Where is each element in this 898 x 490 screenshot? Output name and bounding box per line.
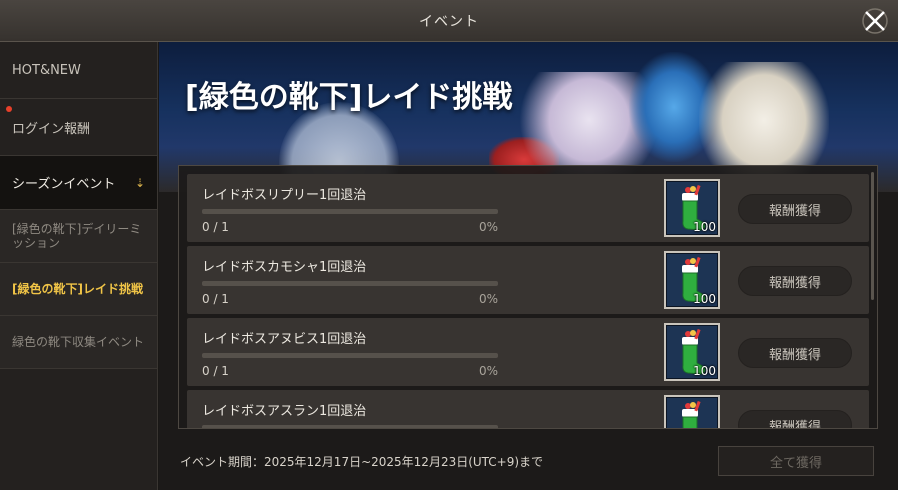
mission-row: レイドボスアヌビス1回退治 0 / 1 0% 100 報酬獲得 — [187, 318, 869, 386]
close-icon — [862, 8, 888, 34]
mission-row: レイドボスリプリー1回退治 0 / 1 0% 100 報酬獲得 — [187, 174, 869, 242]
mission-list[interactable]: レイドボスリプリー1回退治 0 / 1 0% 100 報酬獲得 レイドボスカモシ… — [178, 165, 878, 429]
reward-item-slot[interactable]: 100 — [664, 179, 720, 237]
reward-item-slot[interactable]: 100 — [664, 251, 720, 309]
main-content: [緑色の靴下]レイド挑戦 レイドボスリプリー1回退治 0 / 1 0% 100 … — [159, 42, 898, 490]
mission-row: レイドボスカモシャ1回退治 0 / 1 0% 100 報酬獲得 — [187, 246, 869, 314]
mission-progress-bar — [202, 353, 498, 358]
reward-item-slot[interactable]: 100 — [664, 323, 720, 381]
expand-arrow-icon: ⇣ — [134, 175, 145, 190]
submenu-item-label: [緑色の靴下]レイド挑戦 — [12, 282, 143, 296]
mission-title: レイドボスアスラン1回退治 — [202, 404, 367, 419]
mission-progress-count: 0 / 1 — [202, 220, 229, 234]
sidebar: HOT&NEW ログイン報酬 シーズンイベント ⇣ [緑色の靴下]デイリーミッシ… — [0, 42, 158, 490]
claim-reward-button[interactable]: 報酬獲得 — [738, 194, 852, 224]
sidebar-item-label: シーズンイベント — [12, 177, 116, 192]
event-period: イベント期間：2025年12月17日~2025年12月23日(UTC+9)まで — [180, 455, 544, 469]
close-button[interactable] — [860, 6, 890, 36]
reward-item-slot[interactable]: 100 — [664, 395, 720, 428]
sidebar-item-hot-new[interactable]: HOT&NEW — [0, 42, 157, 99]
banner-title: [緑色の靴下]レイド挑戦 — [185, 80, 513, 115]
green-stocking-icon — [682, 401, 701, 428]
submenu-item-label: [緑色の靴下]デイリーミッション — [12, 222, 142, 250]
mission-progress-bar — [202, 281, 498, 286]
sidebar-item-season-event[interactable]: シーズンイベント ⇣ — [0, 156, 157, 210]
claim-reward-button[interactable]: 報酬獲得 — [738, 338, 852, 368]
submenu-item-raid-challenge[interactable]: [緑色の靴下]レイド挑戦 — [0, 263, 157, 316]
mission-progress-count: 0 / 1 — [202, 364, 229, 378]
mission-progress-percent: 0% — [478, 292, 498, 306]
reward-quantity: 100 — [693, 220, 716, 234]
mission-title: レイドボスアヌビス1回退治 — [202, 332, 367, 347]
submenu-item-daily-mission[interactable]: [緑色の靴下]デイリーミッション — [0, 210, 157, 263]
mission-title: レイドボスカモシャ1回退治 — [202, 260, 367, 275]
claim-all-button[interactable]: 全て獲得 — [718, 446, 874, 476]
mission-list-scrollbar[interactable] — [871, 172, 874, 300]
reward-quantity: 100 — [693, 364, 716, 378]
claim-reward-button[interactable]: 報酬獲得 — [738, 410, 852, 428]
mission-title: レイドボスリプリー1回退治 — [202, 188, 367, 203]
sidebar-item-label: HOT&NEW — [12, 62, 81, 78]
claim-reward-button[interactable]: 報酬獲得 — [738, 266, 852, 296]
mission-progress-count: 0 / 1 — [202, 292, 229, 306]
window-title: イベント — [419, 13, 479, 30]
mission-progress-bar — [202, 425, 498, 428]
reward-quantity: 100 — [693, 292, 716, 306]
sidebar-item-label: ログイン報酬 — [12, 121, 91, 137]
mission-row: レイドボスアスラン1回退治 0 / 1 0% 100 報酬獲得 — [187, 390, 869, 428]
sidebar-item-login-reward[interactable]: ログイン報酬 — [0, 99, 157, 156]
mission-progress-percent: 0% — [478, 364, 498, 378]
season-event-submenu: [緑色の靴下]デイリーミッション [緑色の靴下]レイド挑戦 緑色の靴下収集イベン… — [0, 210, 157, 369]
window-titlebar: イベント — [0, 0, 898, 42]
submenu-item-collection-event[interactable]: 緑色の靴下収集イベント — [0, 316, 157, 369]
mission-progress-bar — [202, 209, 498, 214]
mission-progress-percent: 0% — [478, 220, 498, 234]
submenu-item-label: 緑色の靴下収集イベント — [12, 335, 145, 349]
